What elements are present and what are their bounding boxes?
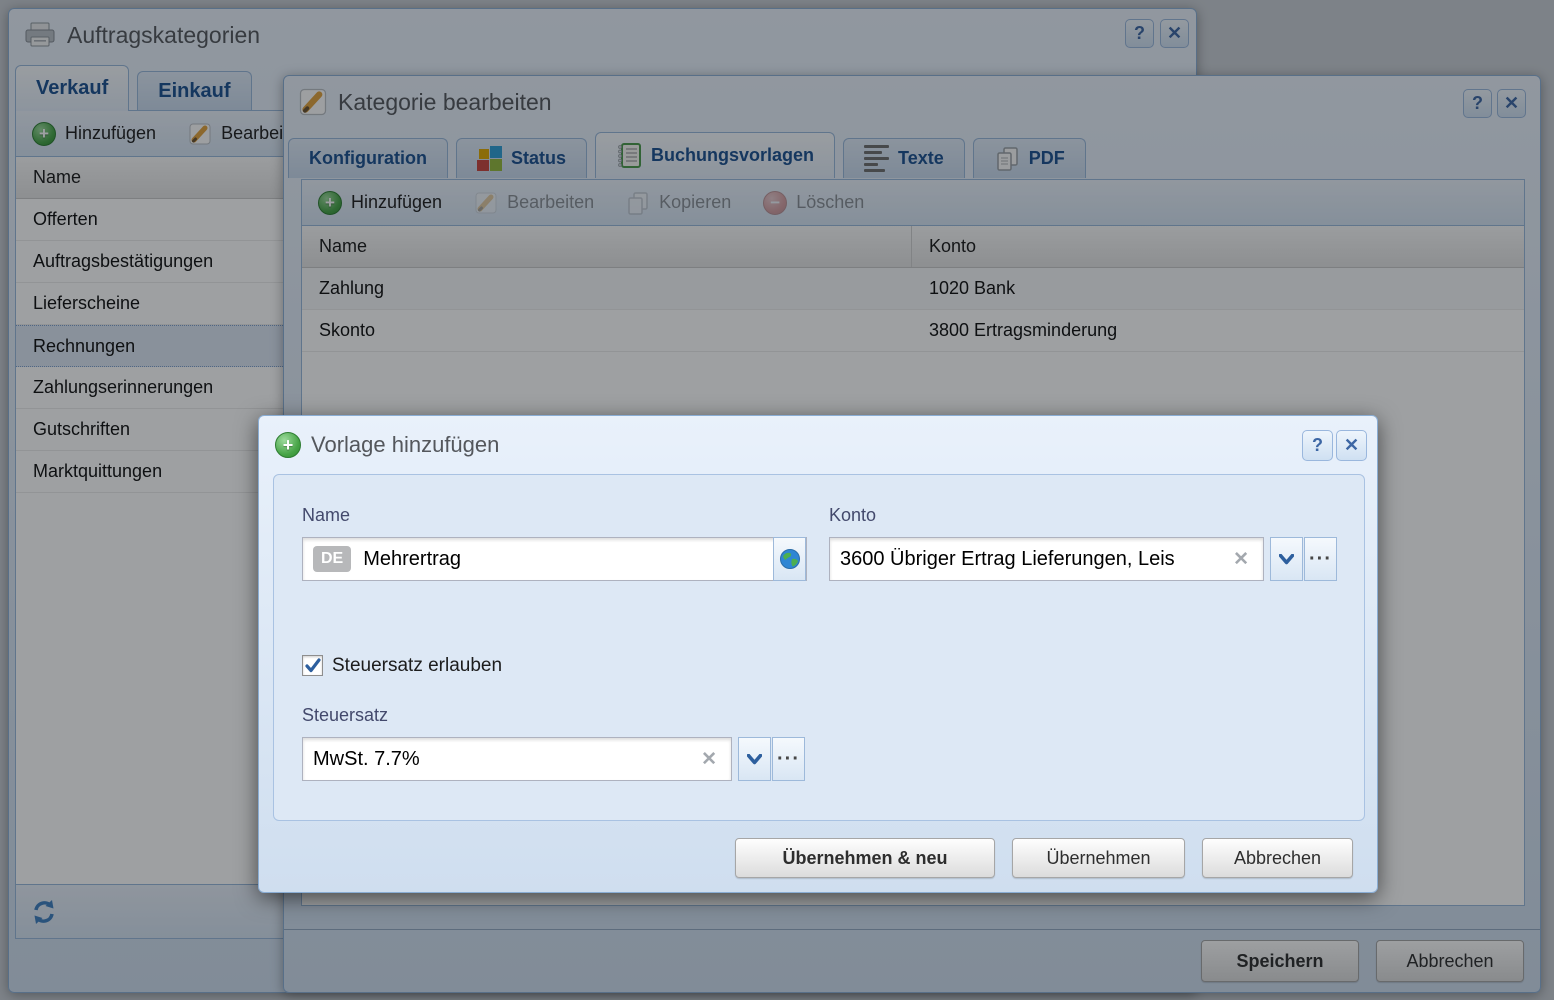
- clear-icon[interactable]: ✕: [1229, 548, 1253, 571]
- steuersatz-input[interactable]: MwSt. 7.7% ✕: [302, 737, 732, 781]
- konto-input[interactable]: 3600 Übriger Ertrag Lieferungen, Leis ✕: [829, 537, 1264, 581]
- dialog-footer: Übernehmen & neu Übernehmen Abbrechen: [735, 838, 1353, 878]
- konto-value: 3600 Übriger Ertrag Lieferungen, Leis: [840, 547, 1175, 570]
- konto-dropdown-button[interactable]: [1270, 537, 1303, 581]
- name-input[interactable]: DE Mehrertrag: [302, 537, 807, 581]
- plus-icon: +: [275, 432, 301, 458]
- help-icon[interactable]: ?: [1302, 430, 1333, 461]
- steuersatz-erlauben-checkbox[interactable]: [302, 655, 323, 676]
- steuersatz-value: MwSt. 7.7%: [313, 747, 420, 770]
- chevron-down-icon: [1279, 553, 1294, 564]
- globe-icon[interactable]: [773, 537, 806, 581]
- check-icon: [304, 657, 321, 672]
- close-icon[interactable]: ✕: [1336, 430, 1367, 461]
- ellipsis-icon: ···: [777, 747, 800, 770]
- apply-button[interactable]: Übernehmen: [1012, 838, 1185, 878]
- clear-icon[interactable]: ✕: [697, 748, 721, 771]
- apply-and-new-button[interactable]: Übernehmen & neu: [735, 838, 995, 878]
- dialog-form-panel: Name DE Mehrertrag Konto 3600 Übriger Er…: [273, 474, 1365, 821]
- dialog-title: Vorlage hinzufügen: [311, 432, 500, 457]
- steuersatz-dropdown-button[interactable]: [738, 737, 771, 781]
- ellipsis-icon: ···: [1309, 547, 1332, 570]
- name-label: Name: [302, 505, 351, 525]
- konto-browse-button[interactable]: ···: [1304, 537, 1337, 581]
- steuersatz-browse-button[interactable]: ···: [772, 737, 805, 781]
- dialog-cancel-button[interactable]: Abbrechen: [1202, 838, 1353, 878]
- checkbox-label: Steuersatz erlauben: [332, 655, 503, 676]
- name-value: Mehrertrag: [363, 547, 462, 570]
- chevron-down-icon: [747, 753, 762, 764]
- konto-label: Konto: [829, 505, 877, 525]
- language-badge: DE: [313, 546, 352, 572]
- dialog-titlebar[interactable]: + Vorlage hinzufügen ? ✕: [259, 416, 1377, 474]
- dialog-vorlage-hinzufuegen: + Vorlage hinzufügen ? ✕ Name DE Mehrert…: [258, 415, 1378, 893]
- steuersatz-label: Steuersatz: [302, 705, 389, 725]
